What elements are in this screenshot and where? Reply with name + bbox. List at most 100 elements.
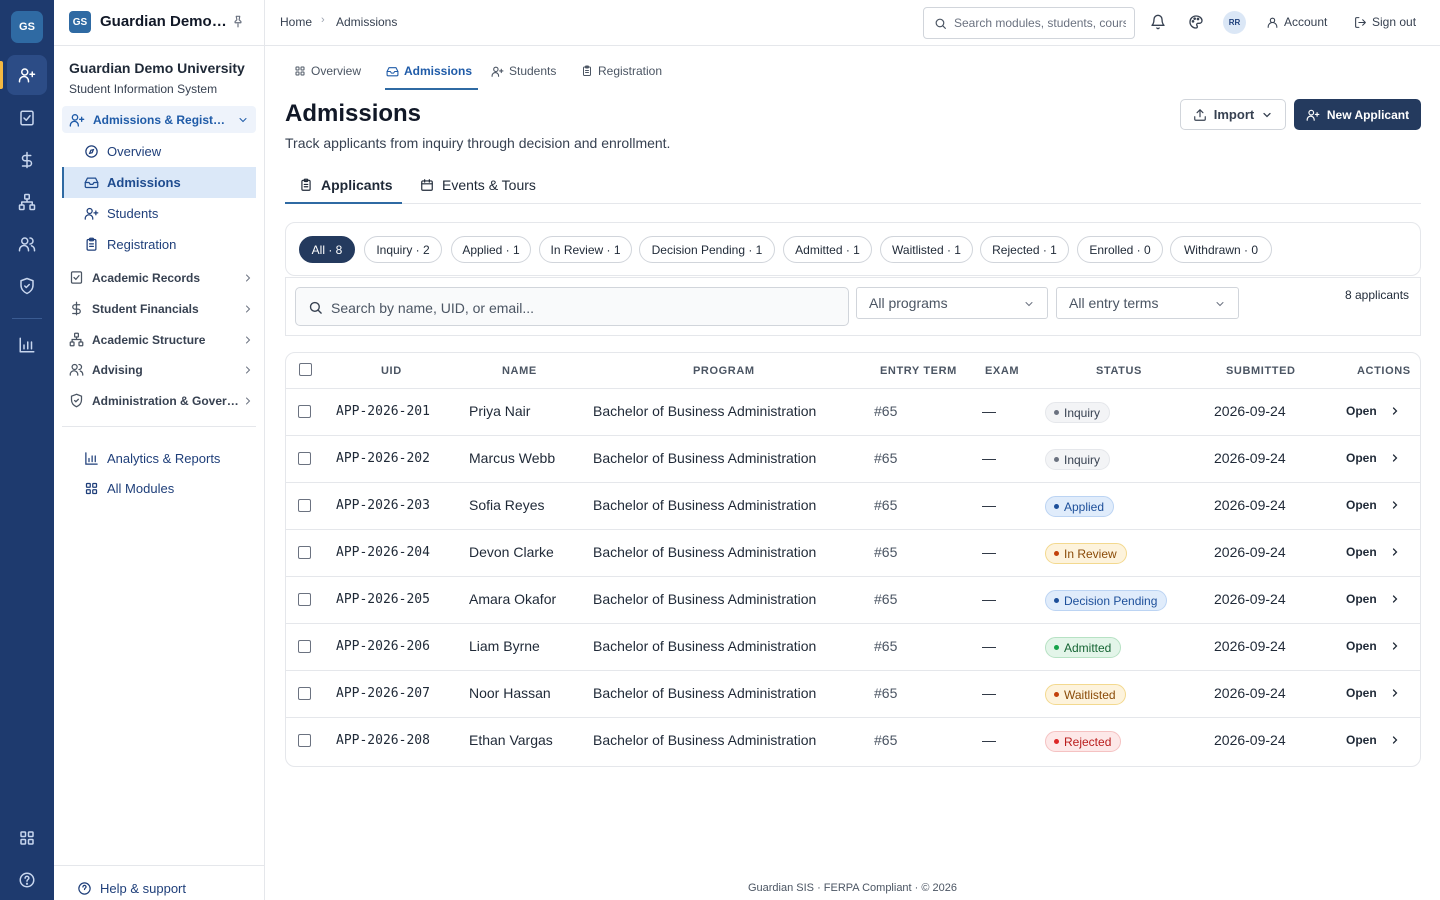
tab-applicants[interactable]: Applicants — [299, 177, 393, 193]
status-dot — [1054, 739, 1059, 744]
row-checkbox[interactable] — [298, 687, 311, 700]
open-button[interactable]: Open — [1346, 404, 1401, 418]
applicant-search-input[interactable] — [331, 298, 831, 318]
sidebar-group-admissions-label[interactable]: Admissions & Registration — [69, 112, 249, 128]
chevron-right-icon — [242, 395, 254, 407]
row-checkbox[interactable] — [298, 405, 311, 418]
open-button[interactable]: Open — [1346, 545, 1401, 559]
sidebar-item-overview[interactable]: Overview — [84, 144, 161, 159]
bell-icon[interactable] — [1150, 14, 1166, 30]
applicant-uid: APP-2026-204 — [336, 545, 430, 560]
table-row[interactable]: APP-2026-208 Ethan Vargas Bachelor of Busi… — [286, 717, 1420, 764]
chevron-down-icon — [1261, 109, 1273, 121]
column-header-uid[interactable]: UID — [381, 365, 402, 377]
column-header-program[interactable]: PROGRAM — [693, 365, 755, 377]
row-checkbox[interactable] — [298, 452, 311, 465]
shield-check-icon[interactable] — [7, 266, 47, 306]
sidebar-logo: GS — [69, 11, 91, 33]
palette-icon[interactable] — [1188, 14, 1204, 30]
filter-chip-inquiry[interactable]: Inquiry · 2 — [364, 236, 442, 263]
open-button[interactable]: Open — [1346, 733, 1401, 747]
sidebar-group-academic-structure[interactable]: Academic Structure — [69, 332, 254, 347]
sidebar-item-all-modules[interactable]: All Modules — [84, 481, 174, 496]
row-checkbox[interactable] — [298, 593, 311, 606]
table-row[interactable]: APP-2026-207 Noor Hassan Bachelor of Busin… — [286, 670, 1420, 717]
sidebar-group-academic-records[interactable]: Academic Records — [69, 270, 254, 285]
table-row[interactable]: APP-2026-205 Amara Okafor Bachelor of Busi… — [286, 576, 1420, 623]
filter-chip-applied[interactable]: Applied · 1 — [451, 236, 531, 263]
row-checkbox[interactable] — [298, 499, 311, 512]
sidebar-item-admissions[interactable]: Admissions — [84, 175, 181, 190]
active-tab-indicator — [385, 88, 478, 90]
table-row[interactable]: APP-2026-204 Devon Clarke Bachelor of Busi… — [286, 529, 1420, 576]
new-applicant-button[interactable]: New Applicant — [1294, 99, 1421, 130]
global-search-input[interactable] — [954, 14, 1126, 32]
sidebar-item-students[interactable]: Students — [84, 206, 158, 221]
global-search[interactable] — [923, 7, 1135, 39]
user-icon — [1266, 16, 1279, 29]
column-header-name[interactable]: NAME — [502, 365, 537, 377]
chevron-down-icon — [237, 114, 249, 126]
table-row[interactable]: APP-2026-206 Liam Byrne Bachelor of Busine… — [286, 623, 1420, 670]
sidebar-group-administration[interactable]: Administration & Governance — [69, 393, 254, 408]
sidebar-group-student-financials[interactable]: Student Financials — [69, 301, 254, 316]
rail-logo[interactable]: GS — [11, 11, 43, 43]
hierarchy-icon[interactable] — [7, 182, 47, 222]
status-filter-bar: All · 8 Inquiry · 2 Applied · 1 In Revie… — [285, 222, 1421, 276]
sidebar-item-registration[interactable]: Registration — [84, 237, 176, 252]
filter-chip-withdrawn[interactable]: Withdrawn · 0 — [1170, 236, 1272, 263]
open-button[interactable]: Open — [1346, 498, 1401, 512]
import-button[interactable]: Import — [1180, 99, 1286, 130]
applicant-name: Marcus Webb — [469, 450, 556, 466]
column-header-entry-term[interactable]: ENTRY TERM — [880, 365, 957, 377]
entry-term-select[interactable]: All entry terms — [1056, 287, 1239, 319]
tab-registration[interactable]: Registration — [581, 64, 662, 78]
program-select[interactable]: All programs — [856, 287, 1048, 319]
status-badge: Inquiry — [1045, 402, 1111, 423]
filter-chip-waitlisted[interactable]: Waitlisted · 1 — [880, 236, 973, 263]
row-checkbox[interactable] — [298, 734, 311, 747]
tab-events-tours[interactable]: Events & Tours — [420, 177, 536, 193]
filter-chip-admitted[interactable]: Admitted · 1 — [783, 236, 872, 263]
row-checkbox[interactable] — [298, 640, 311, 653]
table-row[interactable]: APP-2026-202 Marcus Webb Bachelor of Busin… — [286, 435, 1420, 482]
applicant-search[interactable] — [295, 287, 849, 326]
open-button[interactable]: Open — [1346, 686, 1401, 700]
open-button[interactable]: Open — [1346, 592, 1401, 606]
sidebar-group-advising[interactable]: Advising — [69, 362, 254, 377]
breadcrumb-home[interactable]: Home — [280, 15, 312, 29]
filter-chip-decision-pending[interactable]: Decision Pending · 1 — [639, 236, 775, 263]
tab-overview[interactable]: Overview — [294, 64, 361, 78]
filter-chip-all[interactable]: All · 8 — [299, 236, 355, 263]
filter-chip-in-review[interactable]: In Review · 1 — [539, 236, 632, 263]
applicant-entry-term: #65 — [874, 497, 898, 513]
avatar[interactable]: RR — [1223, 11, 1246, 34]
sidebar-item-analytics[interactable]: Analytics & Reports — [84, 451, 220, 466]
table-row[interactable]: APP-2026-203 Sofia Reyes Bachelor of Busin… — [286, 482, 1420, 529]
grid-icon[interactable] — [7, 818, 47, 858]
help-circle-icon[interactable] — [7, 860, 47, 900]
column-header-exam[interactable]: EXAM — [985, 365, 1019, 377]
checklist-icon[interactable] — [7, 98, 47, 138]
tab-admissions[interactable]: Admissions — [386, 64, 472, 78]
column-header-submitted[interactable]: SUBMITTED — [1226, 365, 1296, 377]
column-header-status[interactable]: STATUS — [1096, 365, 1142, 377]
sign-out-link[interactable]: Sign out — [1354, 15, 1416, 29]
account-link[interactable]: Account — [1266, 15, 1327, 29]
users-icon[interactable] — [7, 224, 47, 264]
tab-students[interactable]: Students — [491, 64, 556, 78]
open-button[interactable]: Open — [1346, 451, 1401, 465]
open-button[interactable]: Open — [1346, 639, 1401, 653]
user-plus-icon[interactable] — [7, 55, 47, 95]
bar-chart-icon[interactable] — [7, 325, 47, 365]
pin-icon[interactable] — [231, 14, 245, 28]
select-all-checkbox[interactable] — [299, 363, 312, 376]
status-badge: Inquiry — [1045, 449, 1111, 470]
row-checkbox[interactable] — [298, 546, 311, 559]
filter-chip-enrolled[interactable]: Enrolled · 0 — [1077, 236, 1163, 263]
dollar-icon[interactable] — [7, 140, 47, 180]
filter-chip-rejected[interactable]: Rejected · 1 — [980, 236, 1069, 263]
chevron-right-icon — [1389, 593, 1401, 605]
table-row[interactable]: APP-2026-201 Priya Nair Bachelor of Busine… — [286, 388, 1420, 435]
help-support-link[interactable]: Help & support — [77, 881, 186, 896]
